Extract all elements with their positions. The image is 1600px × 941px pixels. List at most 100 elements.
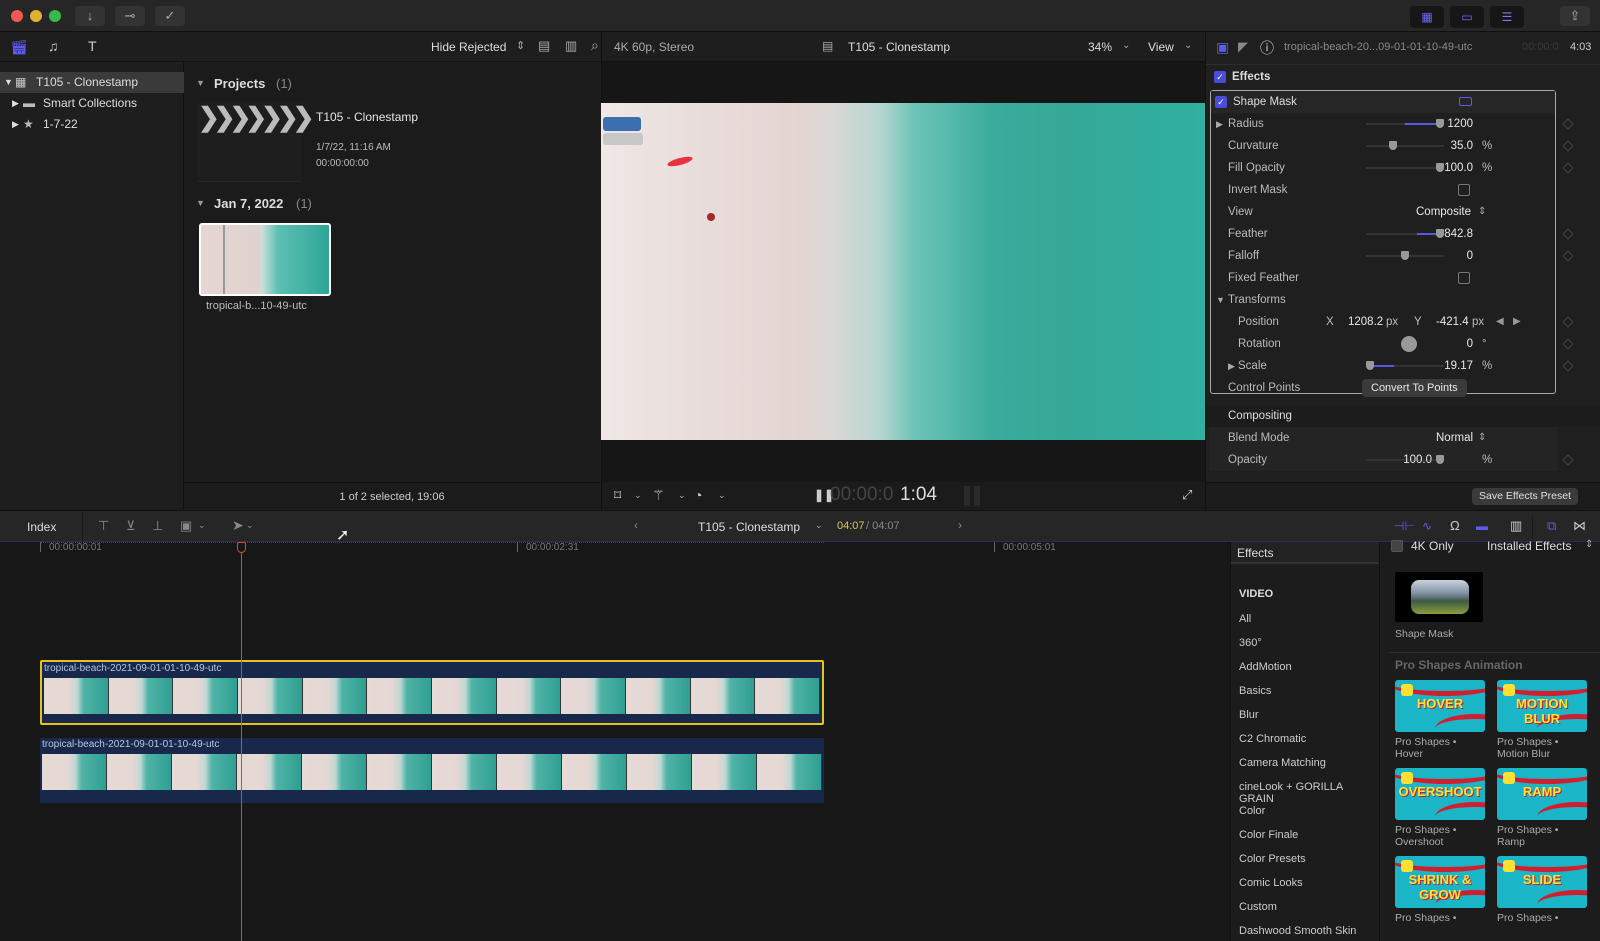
effects-browser-icon[interactable]: ⧉ <box>1547 518 1556 534</box>
keyframe-icon[interactable] <box>1562 140 1574 152</box>
filmstrip-view-icon[interactable]: ▥ <box>565 38 577 54</box>
effect-thumbnail[interactable]: OVERSHOOT <box>1395 768 1485 820</box>
forward-arrow-icon[interactable]: › <box>958 518 962 532</box>
event-item-1-7-22[interactable]: ▶ ★ 1-7-22 <box>0 114 184 135</box>
project-thumbnail[interactable]: ❯❯❯❯❯❯❯ <box>198 102 314 182</box>
shape-mask-header[interactable]: ✓ Shape Mask <box>1211 91 1555 113</box>
timeline[interactable]: 00:00:00:01 00:00:02:31 00:00:05:01 trop… <box>0 542 1230 941</box>
curvature-value[interactable]: 35.0 <box>1451 135 1473 157</box>
keyframe-icon[interactable] <box>1562 250 1574 262</box>
fixed-feather-checkbox[interactable] <box>1458 272 1470 284</box>
effect-thumbnail[interactable]: HOVER <box>1395 680 1485 732</box>
blend-mode-popup[interactable]: Normal <box>1436 427 1473 449</box>
falloff-slider[interactable] <box>1366 251 1444 260</box>
shape-mask-checkbox[interactable]: ✓ <box>1215 96 1227 108</box>
rotation-value[interactable]: 0 <box>1467 333 1473 355</box>
minimize-window-button[interactable] <box>30 10 42 22</box>
index-button[interactable]: Index <box>27 520 56 534</box>
shape-mask-thumbnail[interactable] <box>1395 572 1483 622</box>
playhead[interactable] <box>241 552 242 941</box>
slider-thumb[interactable] <box>1436 119 1444 128</box>
clip-thumbnail[interactable] <box>199 223 331 296</box>
feather-value[interactable]: 842.8 <box>1444 223 1473 245</box>
disclosure-open-icon[interactable]: ▼ <box>1216 289 1225 311</box>
toggle-timeline-button[interactable]: ▭ <box>1450 6 1484 28</box>
photos-audio-icon[interactable]: ♫ <box>48 38 59 54</box>
chevron-down-icon[interactable]: ⌄ <box>634 490 642 501</box>
radius-value[interactable]: 1200 <box>1447 113 1473 135</box>
effects-category-item[interactable]: Camera Matching <box>1239 757 1326 769</box>
info-icon[interactable]: ⓘ <box>1260 38 1274 58</box>
project-name[interactable]: T105 - Clonestamp <box>316 110 418 124</box>
append-clip-icon[interactable]: ⊥ <box>152 518 163 534</box>
effect-thumbnail[interactable]: MOTION BLUR <box>1497 680 1587 732</box>
save-effects-preset-button[interactable]: Save Effects Preset <box>1472 488 1579 505</box>
convert-to-points-button[interactable]: Convert To Points <box>1362 379 1467 397</box>
chevron-down-icon[interactable]: ⌄ <box>198 520 206 531</box>
disclosure-closed-icon[interactable]: ▶ <box>12 114 19 135</box>
keywords-button[interactable]: ⊸ <box>115 6 145 26</box>
search-icon[interactable]: ⌕ <box>591 37 599 54</box>
chevron-down-icon[interactable]: ⌄ <box>815 520 823 531</box>
titles-generators-icon[interactable]: T <box>88 38 97 54</box>
next-keyframe-icon[interactable]: ▶ <box>1513 311 1521 333</box>
keyframe-icon[interactable] <box>1562 162 1574 174</box>
timeline-clip[interactable]: tropical-beach-2021-09-01-01-10-49-utc <box>40 738 824 803</box>
audio-skimming-icon[interactable]: ∿ <box>1422 519 1432 533</box>
previous-keyframe-icon[interactable]: ◀ <box>1496 311 1504 333</box>
chevron-down-icon[interactable]: ⌄ <box>718 490 726 501</box>
rotation-dial[interactable] <box>1401 336 1417 352</box>
fill-opacity-value[interactable]: 100.0 <box>1444 157 1473 179</box>
background-tasks-button[interactable]: ✓ <box>155 6 185 26</box>
clip-appearance-icon[interactable]: ▥ <box>1510 518 1522 534</box>
video-frame[interactable] <box>601 103 1205 440</box>
slider-thumb[interactable] <box>1436 163 1444 172</box>
projects-disclosure-icon[interactable]: ▼ <box>196 78 205 88</box>
skimming-icon[interactable]: ⊣⊢ <box>1394 519 1415 533</box>
installed-effects-menu[interactable]: Installed Effects <box>1487 539 1572 553</box>
feather-slider[interactable] <box>1366 229 1444 238</box>
slider-thumb[interactable] <box>1436 455 1444 464</box>
playhead-handle[interactable] <box>237 542 246 553</box>
toggle-inspector-button[interactable]: ☰ <box>1490 6 1524 28</box>
solo-headphones-icon[interactable]: Ω <box>1450 518 1460 533</box>
share-button[interactable]: ⇪ <box>1560 6 1590 26</box>
import-button[interactable]: ↓ <box>75 6 105 26</box>
effects-category-item[interactable]: Custom <box>1239 901 1277 913</box>
keyframe-icon[interactable] <box>1562 338 1574 350</box>
effects-category-item[interactable]: Basics <box>1239 685 1271 697</box>
effects-tab[interactable]: Effects <box>1231 542 1379 564</box>
slider-thumb[interactable] <box>1366 361 1374 370</box>
view-popup[interactable]: Composite <box>1416 201 1471 223</box>
disclosure-closed-icon[interactable]: ▶ <box>1228 355 1235 377</box>
fill-opacity-slider[interactable] <box>1366 163 1444 172</box>
position-x-value[interactable]: 1208.2 <box>1348 311 1383 333</box>
effect-thumbnail[interactable]: SHRINK & GROW <box>1395 856 1485 908</box>
library-item-t105[interactable]: ▼ ▦ T105 - Clonestamp <box>0 72 184 93</box>
effect-thumbnail[interactable]: SLIDE <box>1497 856 1587 908</box>
retime-speed-icon[interactable]: ◔ <box>694 487 702 503</box>
fullscreen-icon[interactable]: ⤢ <box>1182 487 1192 503</box>
slider-thumb[interactable] <box>1389 141 1398 150</box>
effects-category-item[interactable]: cineLook + GORILLA GRAIN <box>1239 781 1379 805</box>
keyframe-icon[interactable] <box>1562 360 1574 372</box>
falloff-value[interactable]: 0 <box>1467 245 1473 267</box>
toggle-browser-button[interactable]: ▦ <box>1410 6 1444 28</box>
select-tool-icon[interactable]: ➤ <box>232 517 244 534</box>
disclosure-open-icon[interactable]: ▼ <box>4 72 13 93</box>
event-disclosure-icon[interactable]: ▼ <box>196 198 205 208</box>
curvature-slider[interactable] <box>1366 141 1444 150</box>
zoom-window-button[interactable] <box>49 10 61 22</box>
effects-category-item[interactable]: Blur <box>1239 709 1259 721</box>
keyframe-icon[interactable] <box>1562 316 1574 328</box>
effects-category-item[interactable]: Dashwood Smooth Skin <box>1239 925 1356 937</box>
slider-thumb[interactable] <box>1436 229 1444 238</box>
effects-category-item[interactable]: 360° <box>1239 637 1262 649</box>
effects-category-item[interactable]: All <box>1239 613 1251 625</box>
transform-icon[interactable]: ⌑ <box>614 487 621 504</box>
timeline-clip-selected[interactable]: tropical-beach-2021-09-01-01-10-49-utc <box>40 660 824 725</box>
scale-value[interactable]: 19.17 <box>1444 355 1473 377</box>
keyframe-icon[interactable] <box>1562 228 1574 240</box>
effects-category-item[interactable]: Comic Looks <box>1239 877 1303 889</box>
4k-only-checkbox[interactable] <box>1391 540 1403 552</box>
